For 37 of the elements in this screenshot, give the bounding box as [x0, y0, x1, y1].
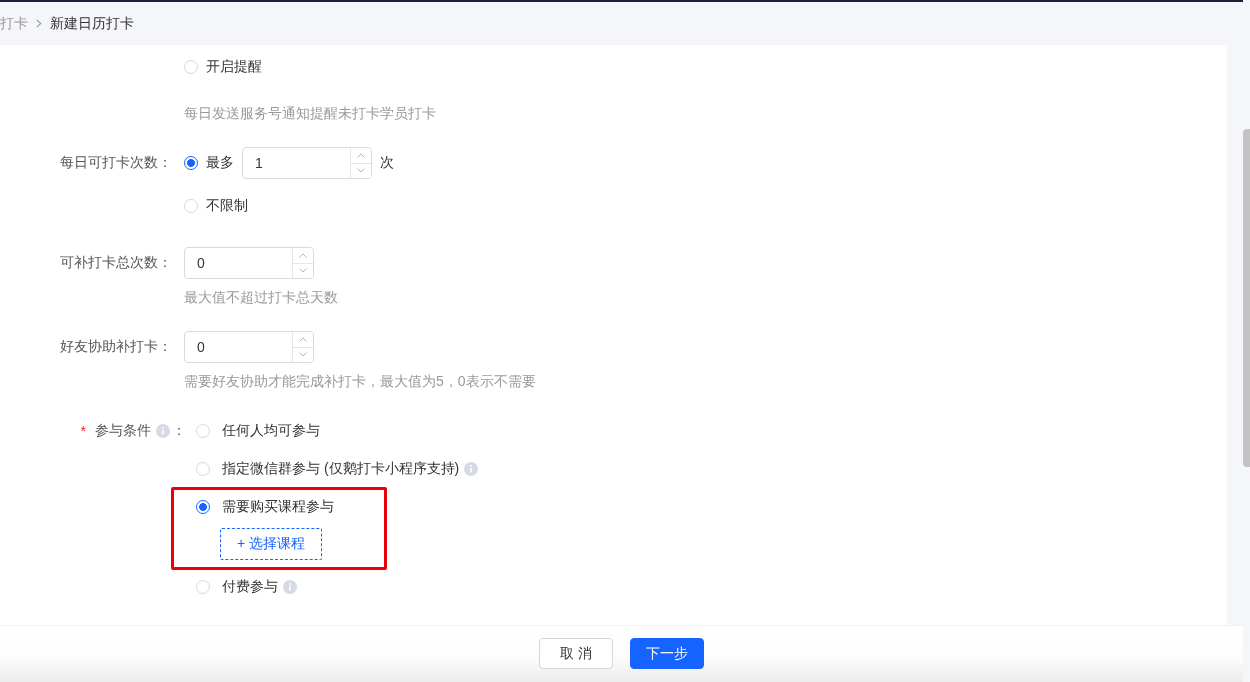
field-label: 好友协助补打卡：: [60, 338, 172, 356]
number-input[interactable]: 0: [185, 332, 292, 362]
number-stepper[interactable]: 0: [184, 331, 314, 363]
unit-label: 次: [380, 154, 394, 172]
chevron-down-icon: [299, 352, 307, 358]
field-label: 参与条件: [95, 422, 151, 440]
chevron-down-icon: [357, 168, 365, 174]
cancel-button[interactable]: 取 消: [539, 638, 613, 669]
radio-option[interactable]: 最多: [184, 154, 234, 172]
radio-button[interactable]: [196, 500, 210, 514]
required-mark: *: [80, 423, 86, 439]
next-button[interactable]: 下一步: [630, 638, 704, 669]
label-colon: ：: [172, 422, 186, 440]
hint-text: 每日发送服务号通知提醒未打卡学员打卡: [184, 104, 436, 123]
chevron-right-icon: [36, 19, 42, 28]
hint-text: 需要好友协助才能完成补打卡，最大值为5，0表示不需要: [184, 372, 536, 391]
chevron-down-icon: [299, 268, 307, 274]
number-input[interactable]: 1: [243, 148, 350, 178]
chevron-up-icon: [299, 336, 307, 342]
radio-option[interactable]: 不限制: [184, 197, 248, 215]
breadcrumb-item: 新建日历打卡: [50, 14, 134, 33]
select-course-button[interactable]: + 选择课程: [220, 528, 322, 560]
radio-option[interactable]: 指定微信群参与 (仅鹅打卡小程序支持): [196, 460, 479, 478]
field-label: 可补打卡总次数：: [60, 254, 172, 272]
radio-button[interactable]: [184, 156, 198, 170]
radio-option[interactable]: 任何人均可参与: [196, 422, 320, 440]
radio-option[interactable]: 需要购买课程参与: [196, 498, 334, 516]
radio-option[interactable]: 付费参与: [196, 578, 297, 596]
radio-option[interactable]: 开启提醒: [184, 58, 262, 76]
chevron-up-icon: [299, 252, 307, 258]
chevron-up-icon: [357, 152, 365, 158]
number-stepper[interactable]: 0: [184, 247, 314, 279]
field-label: 每日可打卡次数：: [60, 154, 172, 172]
hint-text: 最大值不超过打卡总天数: [184, 288, 338, 307]
number-input[interactable]: 0: [185, 248, 292, 278]
number-stepper[interactable]: 1: [242, 147, 372, 179]
scrollbar-thumb[interactable]: [1243, 129, 1250, 467]
